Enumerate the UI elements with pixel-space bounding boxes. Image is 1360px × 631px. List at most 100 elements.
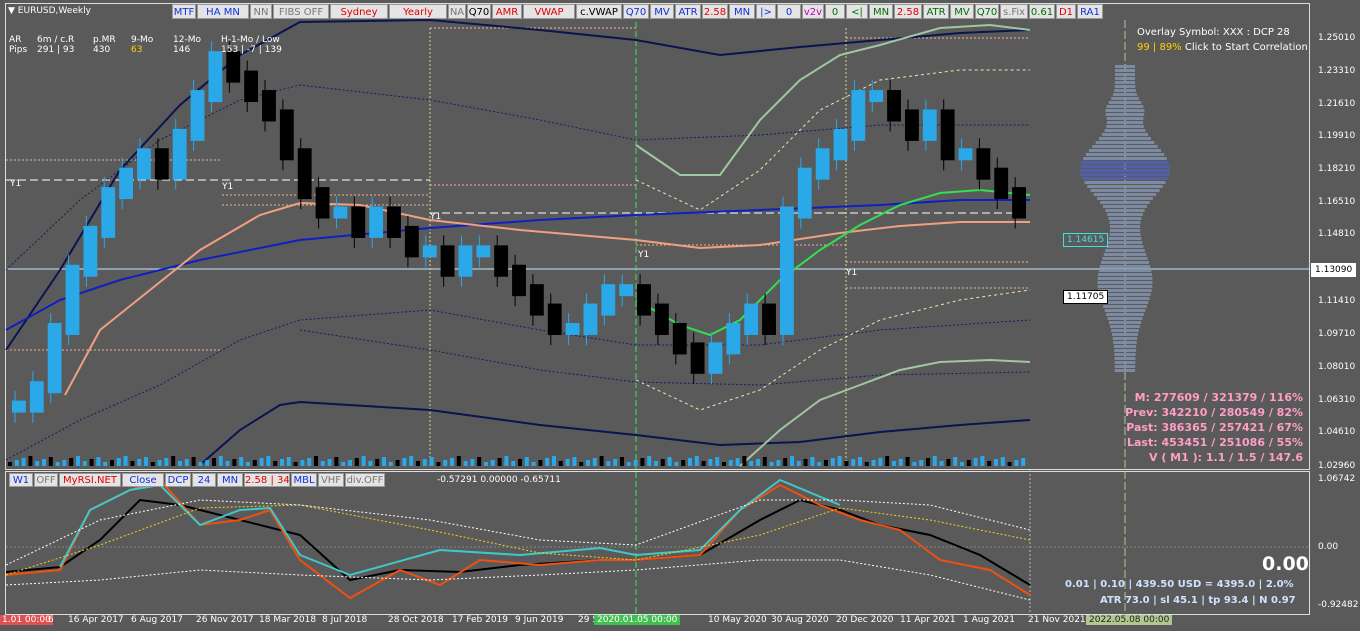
rsi-toolbar-button-8[interactable]: MBL — [291, 473, 317, 487]
toolbar-button-24[interactable]: MV — [950, 4, 974, 19]
toolbar-button-6[interactable]: NA — [448, 4, 466, 19]
volume-bar — [654, 461, 658, 466]
price-tick-label: 1.11410 — [1318, 296, 1356, 306]
volume-bar — [769, 462, 774, 466]
atr-info: ATR 73.0 | sl 45.1 | tp 93.4 | N 0.97 — [1100, 595, 1296, 606]
volume-bar — [375, 459, 380, 466]
volume-profile-bar — [1106, 125, 1144, 128]
volume-profile-bar — [1082, 177, 1168, 180]
toolbar-button-13[interactable]: ATR — [675, 4, 701, 19]
candle-body — [726, 322, 741, 355]
toolbar-button-18[interactable]: v2v — [802, 4, 824, 19]
volume-profile-bar — [1097, 277, 1153, 280]
volume-bar — [382, 457, 386, 466]
volume-bar — [96, 457, 101, 466]
toolbar-button-19[interactable]: 0 — [825, 4, 845, 19]
toolbar-button-8[interactable]: AMR — [492, 4, 522, 19]
toolbar-button-25[interactable]: Q70 — [975, 4, 999, 19]
volume-bar — [368, 461, 373, 466]
candle-body — [779, 206, 794, 335]
toolbar-button-2[interactable]: NN — [250, 4, 272, 19]
rsi-toolbar-button-0[interactable]: W1 — [9, 473, 33, 487]
toolbar-button-1[interactable]: HA MN — [197, 4, 249, 19]
time-tick-label: 16 Apr 2017 — [68, 615, 124, 625]
volume-bar — [14, 460, 19, 466]
toolbar-button-27[interactable]: 0.61 — [1029, 4, 1055, 19]
rsi-toolbar-button-7[interactable]: 2.58 | 34 — [244, 473, 290, 487]
toolbar-button-5[interactable]: Yearly — [389, 4, 447, 19]
price-chart[interactable] — [0, 0, 1360, 631]
toolbar-button-26[interactable]: s.Fix — [1000, 4, 1028, 19]
candle-body — [440, 245, 455, 277]
rsi-toolbar-button-9[interactable]: VHF — [318, 473, 344, 487]
volume-bar — [1000, 457, 1005, 466]
volume-bar — [966, 460, 971, 466]
toolbar-button-14[interactable]: 2.58 — [702, 4, 728, 19]
volume-bar — [354, 458, 359, 466]
rsi-toolbar-button-1[interactable]: OFF — [34, 473, 58, 487]
price-tick-label: 1.09710 — [1318, 329, 1356, 339]
time-tick-label: 9 Jun 2019 — [515, 615, 564, 625]
volume-profile-bar — [1107, 241, 1143, 244]
rsi-toolbar-button-6[interactable]: MN — [217, 473, 243, 487]
volume-bar — [776, 460, 781, 466]
volume-bar — [824, 460, 828, 466]
time-tick-label: 21 Nov 2021 — [1028, 615, 1086, 625]
toolbar-button-15[interactable]: MN — [729, 4, 755, 19]
stat-label-12mo: 12-Mo — [173, 35, 201, 45]
toolbar-button-16[interactable]: |> — [756, 4, 776, 19]
price-tick-label: 1.06310 — [1318, 395, 1356, 405]
toolbar-button-12[interactable]: MV — [650, 4, 674, 19]
volume-bar — [565, 459, 570, 466]
candle-body — [958, 148, 973, 161]
toolbar-button-17[interactable]: 0 — [777, 4, 801, 19]
toolbar-button-11[interactable]: Q70 — [623, 4, 649, 19]
volume-profile-bar — [1114, 85, 1136, 88]
price-tick-label: 1.14810 — [1318, 229, 1356, 239]
candle-body — [458, 245, 473, 277]
rsi-toolbar-button-5[interactable]: 24 — [192, 473, 216, 487]
correlation-link[interactable]: 99 | 89% Click to Start Correlation — [1137, 42, 1308, 53]
volume-bar — [130, 461, 135, 466]
chart-triangle-icon: ▼ — [8, 6, 15, 16]
candle-body — [1012, 187, 1026, 219]
candle-body — [529, 284, 544, 316]
volume-bar — [463, 461, 468, 466]
volume-bar — [830, 458, 835, 466]
rsi-toolbar-button-3[interactable]: Close — [122, 473, 164, 487]
candle-body — [137, 148, 151, 180]
toolbar-button-10[interactable]: c.VWAP — [576, 4, 622, 19]
volume-profile-bar — [1114, 69, 1136, 72]
toolbar-button-9[interactable]: VWAP — [523, 4, 575, 19]
toolbar-button-23[interactable]: ATR — [923, 4, 949, 19]
volume-bar — [701, 461, 706, 466]
toolbar-button-22[interactable]: 2.58 — [894, 4, 922, 19]
volume-profile-bar — [1105, 209, 1145, 212]
toolbar-button-28[interactable]: D1 — [1056, 4, 1076, 19]
time-cursor-label: 2020.01.05 00:00 — [594, 615, 681, 625]
volume-bar — [749, 461, 754, 466]
rsi-axis-bottom: -0.92482 — [1318, 600, 1359, 610]
toolbar-button-4[interactable]: Sydney — [330, 4, 388, 19]
toolbar-button-21[interactable]: MN — [869, 4, 893, 19]
volume-bar — [123, 456, 128, 466]
toolbar-button-20[interactable]: <| — [846, 4, 868, 19]
rsi-toolbar-button-2[interactable]: MyRSI.NET — [59, 473, 121, 487]
toolbar-button-7[interactable]: Q70 — [467, 4, 491, 19]
volume-profile-bar — [1106, 313, 1144, 316]
volume-bar — [817, 462, 822, 466]
volume-profile-bar — [1101, 261, 1149, 264]
toolbar-button-29[interactable]: RA1 — [1077, 4, 1103, 19]
volume-bar — [715, 457, 720, 466]
volume-bar — [592, 458, 597, 466]
toolbar-button-0[interactable]: MTF — [172, 4, 196, 19]
rsi-toolbar-button-4[interactable]: DCP — [165, 473, 191, 487]
rsi-toolbar-button-10[interactable]: div.OFF — [345, 473, 385, 487]
volume-profile-bar — [1088, 149, 1162, 152]
candle-body — [101, 187, 116, 238]
volume-profile-bar — [1114, 369, 1136, 372]
toolbar-button-3[interactable]: FIBS OFF — [273, 4, 329, 19]
volume-bar — [157, 460, 162, 466]
volume-bar — [348, 460, 352, 466]
rsi-axis-top: 1.06742 — [1318, 474, 1356, 484]
